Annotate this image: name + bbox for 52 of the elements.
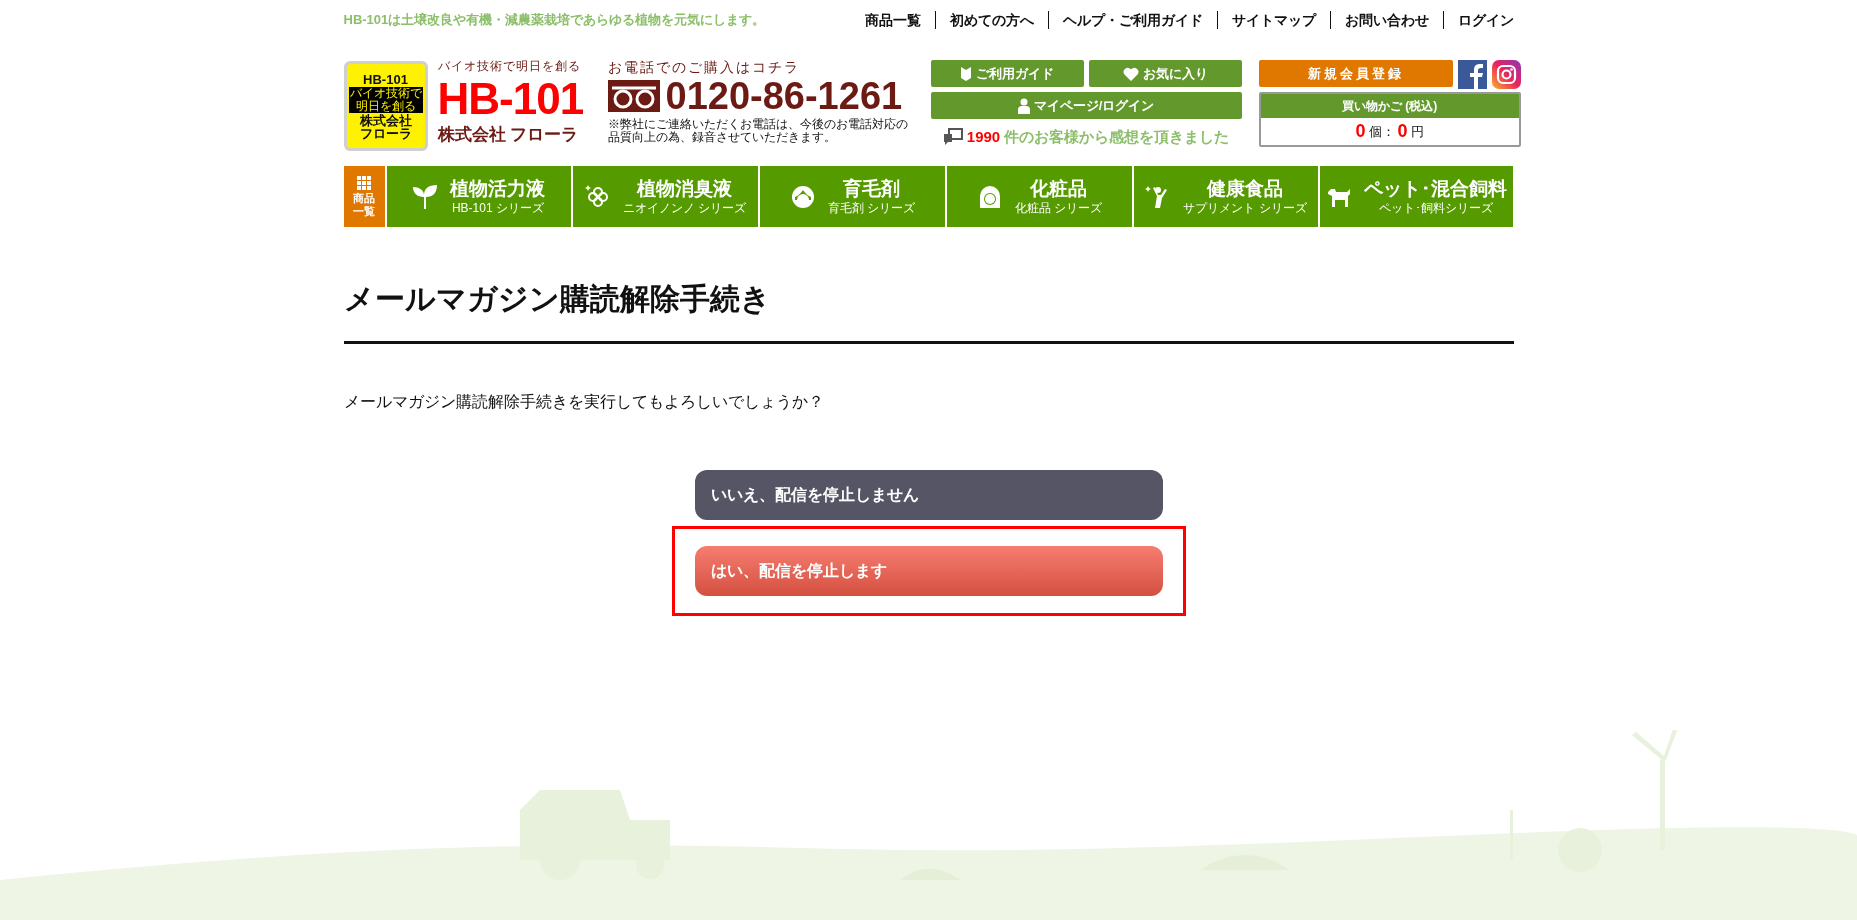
face-icon [789, 183, 816, 210]
header-button[interactable]: ご利用ガイド [930, 60, 1084, 87]
category-tab[interactable]: 育毛剤 育毛剤 シリーズ [760, 166, 945, 227]
top-nav-link[interactable]: 初めての方へ [934, 11, 1048, 29]
badge-company: 株式会社 [359, 113, 412, 127]
top-nav-link[interactable]: 商品一覧 [850, 11, 935, 29]
cart-count: 0 [1355, 120, 1366, 143]
confirm-button[interactable]: はい、配信を停止します [694, 546, 1163, 596]
badge-slogan: バイオ技術で明日を創る [348, 86, 423, 113]
currency-unit: 円 [1410, 122, 1424, 141]
leaf-icon [412, 183, 439, 210]
brand-name: HB-101 [437, 73, 584, 125]
grid-icon [357, 175, 371, 190]
confirmation-question: メールマガジン購読解除手続きを実行してもよろしいでしょうか？ [343, 392, 825, 412]
flower-icon [585, 183, 611, 210]
company-name: 株式会社 フローラ [437, 126, 579, 143]
category-tab[interactable]: 植物消臭液 ニオイノンノ シリーズ [573, 166, 759, 227]
cart-title: 買い物かご (税込) [1260, 94, 1519, 118]
header-button[interactable]: お気に入り [1088, 60, 1242, 87]
count-unit: 個： [1368, 122, 1395, 141]
brand-slogan: バイオ技術で明日を創る [437, 60, 581, 72]
person-icon [1017, 97, 1030, 114]
cart-box[interactable]: 買い物かご (税込) 0 個： 0 円 [1258, 92, 1521, 147]
review-text: 件のお客様から感想を頂きました [1004, 127, 1230, 147]
logo-badge[interactable]: HB-101 バイオ技術で明日を創る 株式会社 フローラ [343, 61, 428, 151]
page-title: メールマガジン購読解除手続き [343, 279, 1514, 344]
top-nav-link[interactable]: ログイン [1442, 11, 1514, 29]
cart-total: 0 [1397, 120, 1408, 143]
free-dial-icon [607, 80, 660, 112]
heart-icon [1122, 66, 1139, 81]
top-nav-link[interactable]: ヘルプ・ご利用ガイド [1047, 11, 1217, 29]
all-products-tab[interactable]: 商品 一覧 [343, 166, 385, 227]
beginner-mark-icon [960, 65, 972, 82]
category-tab[interactable]: 植物活力液 HB-101 シリーズ [386, 166, 572, 227]
category-tab[interactable]: 健康食品 サプリメント シリーズ [1133, 166, 1319, 227]
badge-title: HB-101 [363, 72, 408, 86]
top-nav-link[interactable]: お問い合わせ [1329, 11, 1443, 29]
category-tab[interactable]: 化粧品 化粧品 シリーズ [946, 166, 1132, 227]
mypage-button[interactable]: マイページ/ログイン [930, 92, 1242, 119]
top-nav-link[interactable]: サイトマップ [1216, 11, 1330, 29]
badge-name: フローラ [359, 126, 412, 140]
tagline: HB-101は土壌改良や有機・減農薬栽培であらゆる植物を元気にします。 [343, 11, 766, 30]
cancel-button[interactable]: いいえ、配信を停止しません [694, 470, 1163, 520]
review-count: 1990 [966, 127, 1001, 147]
phone-heading: お電話でのご購入はコチラ [607, 60, 801, 74]
instagram-icon[interactable] [1491, 60, 1521, 89]
facebook-icon[interactable] [1457, 60, 1487, 89]
phone-note: ※弊社にご連絡いただくお電話は、今後のお電話対応の品質向上の為、録音させていただきます。 [607, 118, 909, 144]
category-tab[interactable]: ペット･混合飼料 ペット･飼料シリーズ [1320, 166, 1514, 227]
phone-number: 0120-86-1261 [665, 77, 903, 115]
speech-bubbles-icon [942, 128, 963, 147]
register-button[interactable]: 新規会員登録 [1258, 60, 1453, 87]
